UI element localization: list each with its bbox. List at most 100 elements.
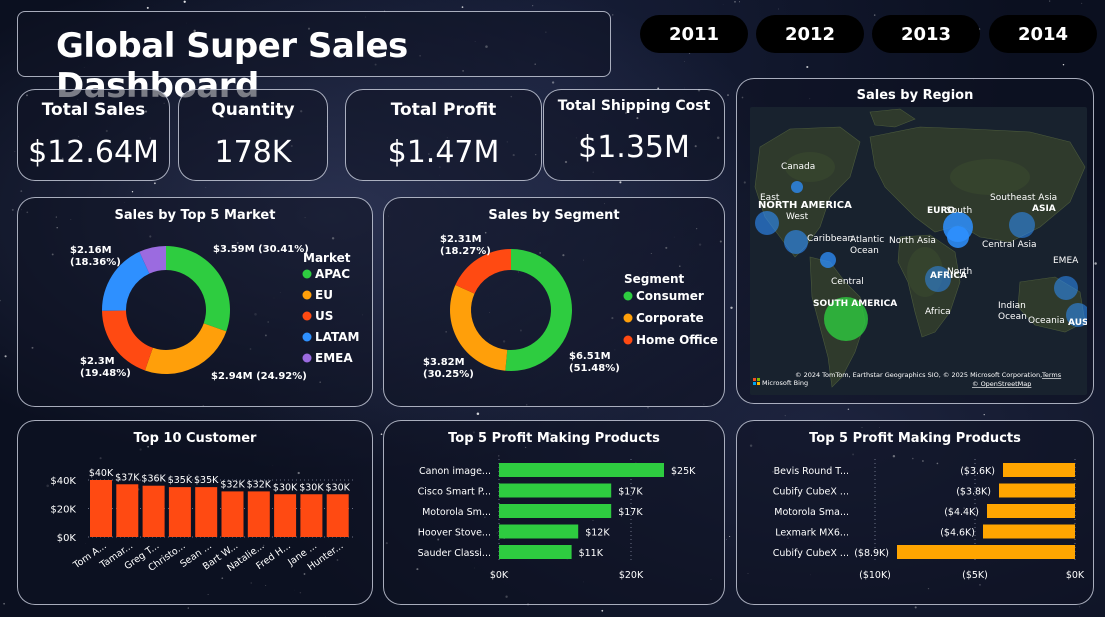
bar[interactable]: [499, 483, 612, 498]
data-label: ($3.6K): [960, 466, 995, 477]
segment-donut-card: Sales by Segment $6.51M (51.48%) $3.82M (30…: [383, 197, 725, 407]
map-label: North Asia: [889, 236, 936, 246]
star: [461, 6, 464, 8]
bubble-north-asia[interactable]: [947, 226, 969, 248]
bar[interactable]: [499, 504, 612, 518]
data-label: $35K: [194, 475, 219, 486]
bar[interactable]: [274, 494, 297, 537]
y-tick-label: Cubify CubeX ...: [773, 487, 849, 498]
bar[interactable]: [195, 487, 218, 537]
donut-slice-consumer[interactable]: [505, 249, 573, 371]
legend-item[interactable]: US: [315, 309, 333, 323]
map-label: Ocean: [850, 246, 879, 256]
data-label: $36K: [141, 474, 166, 485]
star: [727, 94, 729, 97]
star: [380, 433, 383, 436]
year-2013-button[interactable]: 2013: [872, 15, 980, 53]
legend-item[interactable]: Consumer: [636, 289, 704, 303]
data-label: $35K: [168, 475, 193, 486]
star: [381, 388, 382, 390]
star: [847, 408, 850, 411]
star: [14, 151, 16, 152]
bar[interactable]: [116, 484, 139, 537]
legend-marker: [623, 291, 633, 301]
y-tick-label: Sauder Classi...: [418, 548, 491, 559]
bar[interactable]: [983, 524, 1075, 539]
bubble-canada[interactable]: [791, 181, 803, 193]
data-label: $11K: [579, 548, 604, 559]
year-2014-button[interactable]: 2014: [989, 15, 1097, 53]
map-label: AFRICA: [930, 271, 967, 281]
bing-logo-text: Microsoft Bing: [762, 379, 808, 387]
legend-item[interactable]: LATAM: [315, 330, 359, 344]
kpi-total-sales[interactable]: Total Sales $12.64M: [17, 89, 170, 181]
map-label: Canada: [781, 162, 815, 172]
profit-top-card: Top 5 Profit Making Products $0K $20K Cano…: [383, 420, 725, 605]
bar[interactable]: [300, 494, 323, 537]
bar[interactable]: [221, 491, 244, 537]
map-label: SOUTH AMERICA: [813, 299, 897, 309]
world-map[interactable]: Canada NORTH AMERICA East West Caribbean…: [750, 107, 1087, 395]
bar[interactable]: [90, 480, 112, 537]
bar[interactable]: [1003, 463, 1075, 477]
segment-donut-chart: $6.51M(51.48%) $3.82M(30.25%) $2.31M(18.27…: [423, 234, 718, 380]
kpi-quantity[interactable]: Quantity 178K: [178, 89, 328, 181]
kpi-label: Quantity: [211, 100, 295, 120]
year-2011-button[interactable]: 2011: [640, 15, 748, 53]
map-label: EMEA: [1053, 256, 1079, 266]
profit-bottom-bar-chart: ($10K) ($5K) $0K Bevis Round T... ($3.6K) Cub…: [773, 459, 1085, 581]
data-label: $2.3M: [80, 356, 115, 367]
y-tick-label: Motorola Sm...: [422, 507, 491, 518]
bar[interactable]: [247, 491, 270, 537]
bar[interactable]: [326, 494, 349, 537]
map-label: Africa: [925, 307, 951, 317]
map-label: Central: [831, 277, 864, 287]
legend-item[interactable]: Home Office: [636, 333, 718, 347]
bubble-east[interactable]: [755, 211, 779, 235]
data-label: ($4.6K): [940, 528, 975, 539]
x-tick-label: $0K: [490, 570, 509, 581]
terms-link[interactable]: Terms: [1041, 371, 1062, 379]
star: [146, 6, 149, 9]
legend-marker: [623, 313, 633, 323]
bar[interactable]: [499, 463, 664, 477]
kpi-shipping-cost[interactable]: Total Shipping Cost $1.35M: [543, 89, 725, 181]
data-label: (18.36%): [70, 257, 121, 268]
data-label: ($4.4K): [944, 507, 979, 518]
map-label: Southeast Asia: [990, 193, 1057, 203]
star: [153, 182, 156, 185]
legend-item[interactable]: APAC: [315, 267, 350, 281]
bubble-caribbean[interactable]: [820, 252, 836, 268]
bar[interactable]: [999, 483, 1075, 498]
kpi-total-profit[interactable]: Total Profit $1.47M: [345, 89, 542, 181]
star: [601, 609, 604, 612]
legend-marker: [302, 269, 312, 279]
map-label: AUS: [1068, 318, 1087, 328]
map-label: South: [946, 206, 972, 216]
star: [1049, 0, 1051, 2]
map-canvas: Canada NORTH AMERICA East West Caribbean…: [750, 107, 1087, 395]
star: [726, 538, 728, 540]
data-label: $17K: [618, 487, 643, 498]
x-tick-label: ($5K): [962, 570, 988, 581]
bubble-west[interactable]: [784, 230, 808, 254]
legend-item[interactable]: EMEA: [315, 351, 353, 365]
legend-marker: [623, 335, 633, 345]
bar[interactable]: [897, 545, 1075, 559]
donut-slice-eu[interactable]: [144, 323, 227, 374]
donut-slice-apac[interactable]: [166, 246, 230, 332]
bar[interactable]: [499, 545, 572, 559]
legend-item[interactable]: EU: [315, 288, 333, 302]
bar[interactable]: [142, 485, 165, 537]
bubble-southeast-asia[interactable]: [1009, 212, 1035, 238]
legend-item[interactable]: Corporate: [636, 311, 704, 325]
bar[interactable]: [987, 504, 1075, 518]
data-label: $2.94M (24.92%): [211, 371, 307, 382]
osm-link[interactable]: © OpenStreetMap: [972, 380, 1031, 388]
year-2012-button[interactable]: 2012: [756, 15, 864, 53]
bubble-emea[interactable]: [1054, 276, 1078, 300]
star: [778, 8, 779, 10]
map-label: Oceania: [1028, 316, 1065, 326]
bar[interactable]: [168, 487, 191, 537]
bar[interactable]: [499, 524, 579, 539]
